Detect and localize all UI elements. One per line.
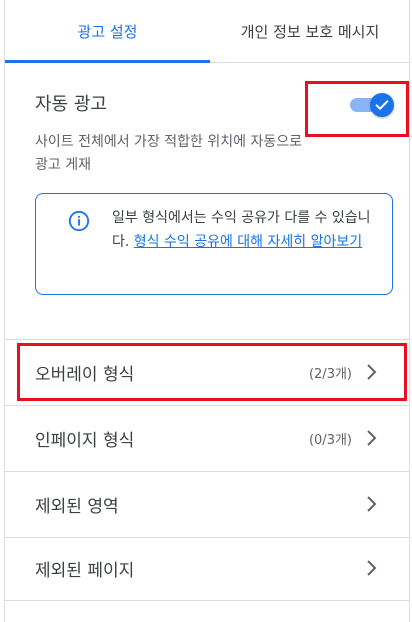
row-excluded-areas[interactable]: 제외된 영역 [5,471,409,537]
chevron-right-icon [367,430,377,446]
tab-bar: 광고 설정 개인 정보 보호 메시지 [5,0,409,63]
learn-more-link[interactable]: 형식 수익 공유에 대해 자세히 알아보기 [134,234,362,250]
highlight-box-toggle [305,81,409,137]
row-count: (0/3개) [308,432,352,448]
row-label: 제외된 페이지 [35,560,135,581]
auto-ads-description: 사이트 전체에서 가장 적합한 위치에 자동으로 광고 게재 [35,134,302,173]
highlight-box-overlay-row [17,343,407,401]
chevron-right-icon [367,496,377,512]
row-label: 제외된 영역 [35,496,119,517]
auto-ads-title: 자동 광고 [35,94,107,115]
active-tab-indicator [5,60,210,63]
tab-ad-settings[interactable]: 광고 설정 [5,0,210,63]
tab-privacy-messages-label: 개인 정보 보호 메시지 [240,22,380,41]
tab-ad-settings-label: 광고 설정 [77,22,138,41]
row-label: 인페이지 형식 [35,430,135,451]
row-excluded-pages[interactable]: 제외된 페이지 [5,535,409,601]
row-inpage-formats[interactable]: 인페이지 형식 (0/3개) [5,405,409,471]
tab-privacy-messages[interactable]: 개인 정보 보호 메시지 [210,0,410,62]
chevron-right-icon [367,560,377,576]
row-divider [5,600,409,601]
info-icon [68,210,90,232]
info-notice: 일부 형식에서는 수익 공유가 다를 수 있습니다. 형식 수익 공유에 대해 … [35,193,393,295]
info-text-block: 일부 형식에서는 수익 공유가 다를 수 있습니다. 형식 수익 공유에 대해 … [112,206,382,254]
